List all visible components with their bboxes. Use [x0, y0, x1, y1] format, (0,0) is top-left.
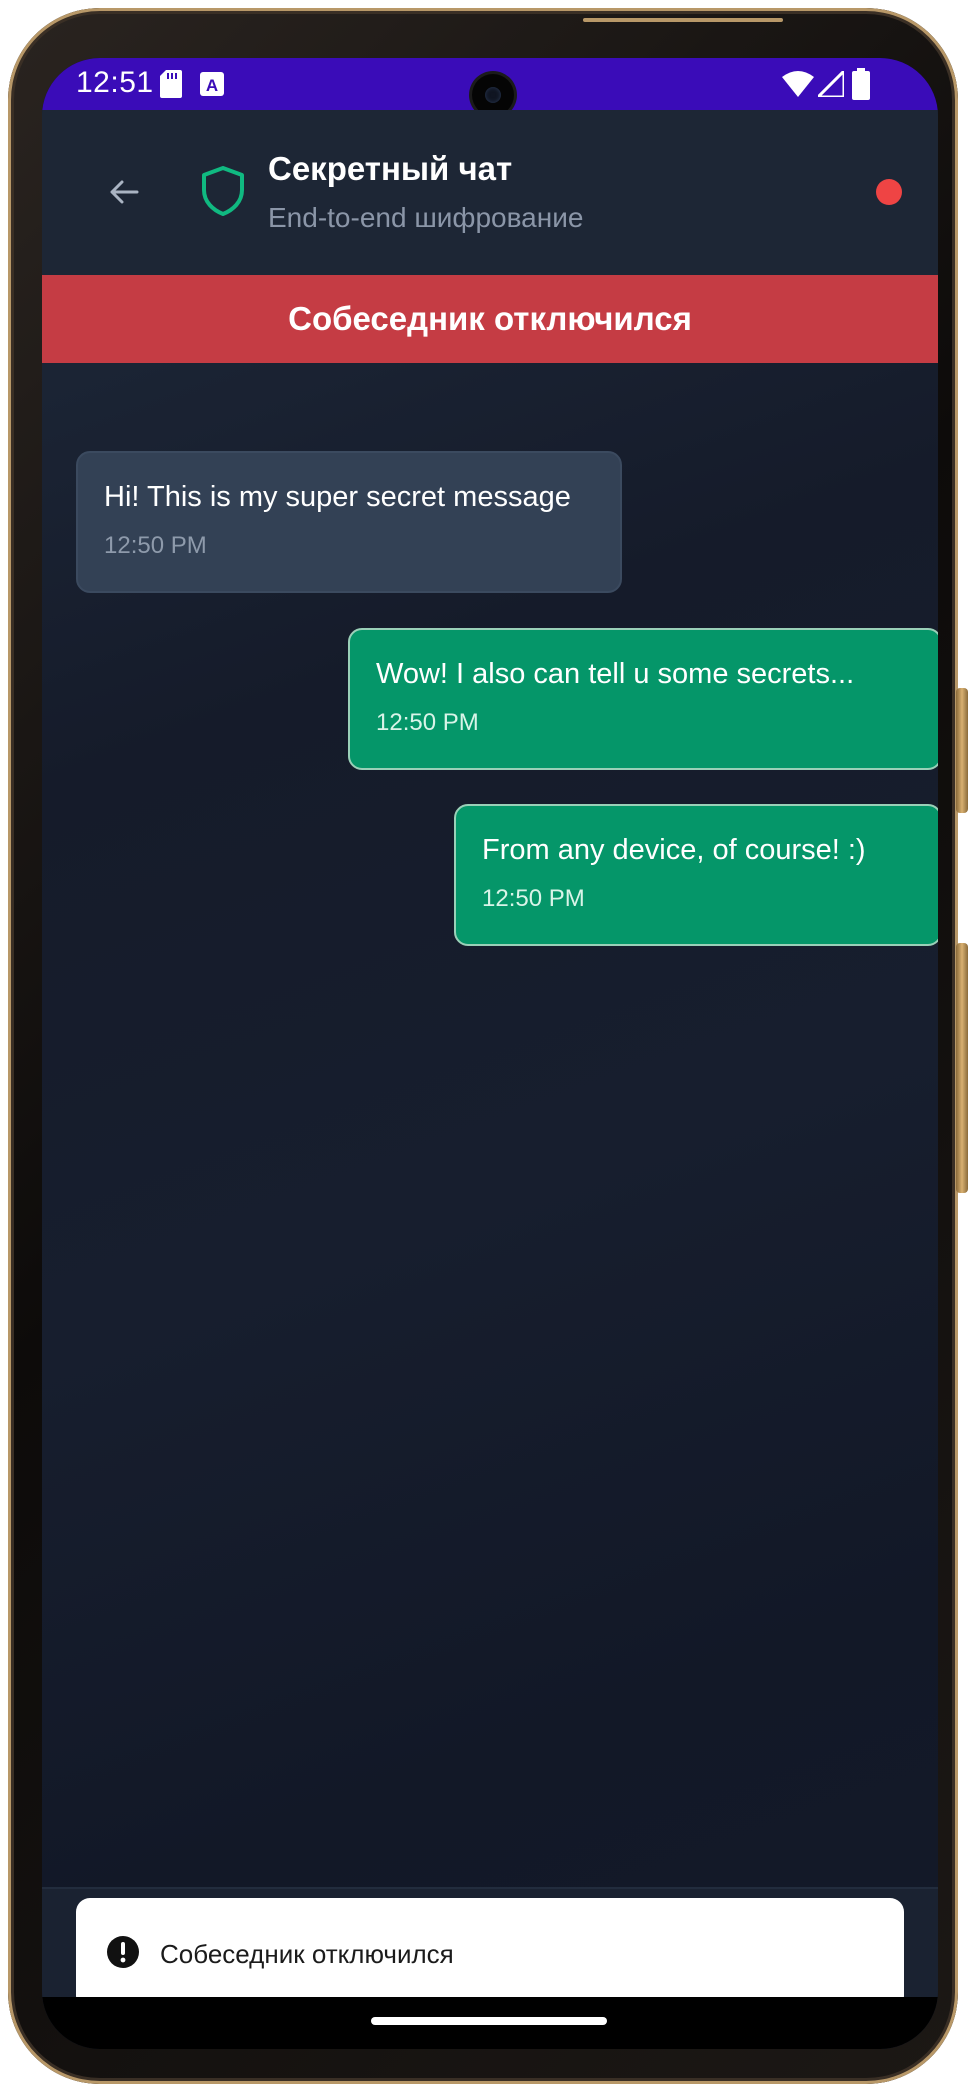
chat-title: Секретный чат: [268, 150, 513, 187]
battery-icon: [852, 68, 870, 105]
alert-circle-icon: [106, 1935, 140, 1974]
message-time: 12:50 PM: [376, 709, 479, 736]
toast-text: Собеседник отключился: [160, 1938, 454, 1969]
message-text: Wow! I also can tell u some secrets...: [376, 658, 855, 690]
frame-edge: [583, 18, 783, 22]
screen: 12:51 A Секретный чат End-to-end шифрова…: [42, 58, 938, 2049]
navigation-bar: [42, 1997, 938, 2049]
keyboard-a-icon: A: [200, 72, 224, 101]
chat-header: Секретный чат End-to-end шифрование: [42, 110, 938, 275]
wifi-icon: [782, 71, 814, 102]
message-text: From any device, of course! :): [482, 834, 866, 866]
signal-icon: [814, 67, 846, 102]
chat-screen: Секретный чат End-to-end шифрование Собе…: [42, 110, 938, 2049]
power-button: [956, 688, 968, 813]
disconnect-toast[interactable]: Собеседник отключился: [76, 1898, 904, 2010]
arrow-left-icon[interactable]: [102, 170, 146, 214]
shield-icon: [200, 165, 246, 217]
message-bubble-outgoing[interactable]: From any device, of course! :) 12:50 PM: [454, 804, 938, 946]
connection-status-dot: [876, 179, 902, 205]
disconnected-banner: Собеседник отключился: [42, 275, 938, 363]
message-text: Hi! This is my super secret message: [104, 481, 571, 513]
chat-subtitle: End-to-end шифрование: [268, 202, 584, 233]
phone-frame: 12:51 A Секретный чат End-to-end шифрова…: [8, 8, 968, 2084]
message-time: 12:50 PM: [104, 532, 207, 559]
volume-button: [956, 943, 968, 1193]
message-bubble-incoming[interactable]: Hi! This is my super secret message 12:5…: [76, 451, 622, 593]
message-bubble-outgoing[interactable]: Wow! I also can tell u some secrets... 1…: [348, 628, 938, 770]
home-indicator[interactable]: [371, 2017, 607, 2025]
status-time: 12:51: [76, 66, 154, 99]
message-time: 12:50 PM: [482, 885, 585, 912]
sd-card-icon: [160, 70, 182, 103]
svg-text:A: A: [206, 76, 218, 95]
